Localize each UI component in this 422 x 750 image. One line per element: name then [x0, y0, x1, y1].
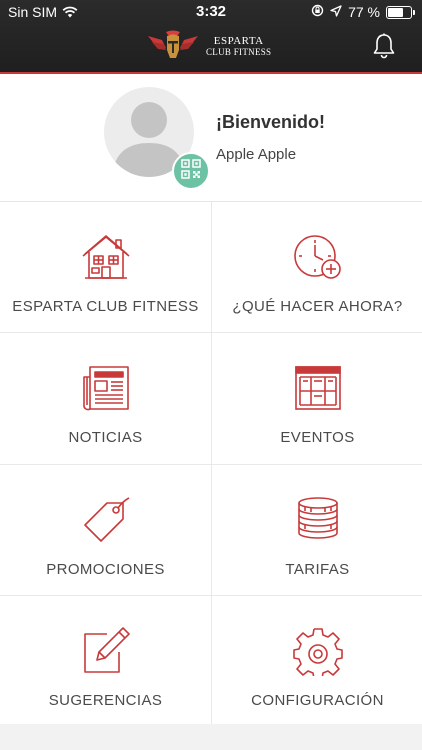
menu-tile-label: CONFIGURACIÓN: [251, 692, 384, 709]
menu-tile-promotions[interactable]: PROMOCIONES: [0, 465, 211, 595]
brand-subtitle: CLUB FITNESS: [206, 47, 272, 57]
status-bar: Sin SIM 3:32 77 %: [0, 0, 422, 24]
qr-code-icon: [181, 158, 201, 184]
menu-tile-label: SUGERENCIAS: [48, 692, 163, 709]
menu-tile-what-now[interactable]: ¿QUÉ HACER AHORA?: [212, 202, 422, 332]
battery-percent: 77 %: [348, 4, 380, 20]
calendar-board-icon: [293, 363, 343, 413]
menu-tile-label: PROMOCIONES: [46, 561, 165, 578]
bell-icon[interactable]: [372, 33, 396, 64]
clock-plus-icon: [293, 232, 343, 282]
menu-tile-club[interactable]: ESPARTA CLUB FITNESS: [0, 202, 211, 332]
spartan-helmet-logo: [146, 30, 200, 65]
price-tag-icon: [81, 495, 131, 545]
menu-tile-label: ESPARTA CLUB FITNESS: [12, 298, 199, 315]
menu-tile-news[interactable]: NOTICIAS: [0, 333, 211, 464]
user-name: Apple Apple: [216, 146, 297, 163]
gear-icon: [292, 626, 343, 680]
location-arrow-icon: [330, 4, 342, 20]
menu-tile-label: ¿QUÉ HACER AHORA?: [232, 298, 403, 315]
app-header: Sin SIM 3:32 77 % ESPARTA CLUB FITNESS: [0, 0, 422, 74]
rotation-lock-icon: [311, 4, 324, 20]
main-menu-grid: ESPARTA CLUB FITNESS ¿QUÉ HACER AHORA? N…: [0, 202, 422, 727]
menu-tile-label: EVENTOS: [280, 429, 355, 446]
edit-note-icon: [81, 626, 131, 676]
menu-tile-rates[interactable]: TARIFAS: [212, 465, 422, 595]
brand-logo: ESPARTA CLUB FITNESS: [146, 30, 271, 64]
menu-tile-label: TARIFAS: [285, 561, 350, 578]
welcome-heading: ¡Bienvenido!: [216, 112, 326, 132]
menu-tile-events[interactable]: EVENTOS: [212, 333, 422, 464]
menu-tile-settings[interactable]: CONFIGURACIÓN: [212, 596, 422, 727]
qr-code-button[interactable]: [172, 152, 210, 190]
bottom-spacer: [0, 724, 422, 750]
profile-section: ¡Bienvenido! Apple Apple: [0, 74, 422, 202]
battery-icon: [386, 5, 415, 19]
brand-name: ESPARTA: [213, 35, 264, 47]
menu-tile-suggestions[interactable]: SUGERENCIAS: [0, 596, 211, 727]
coins-icon: [293, 495, 343, 545]
menu-tile-label: NOTICIAS: [68, 429, 143, 446]
house-icon: [81, 232, 131, 282]
newspaper-icon: [81, 363, 131, 413]
